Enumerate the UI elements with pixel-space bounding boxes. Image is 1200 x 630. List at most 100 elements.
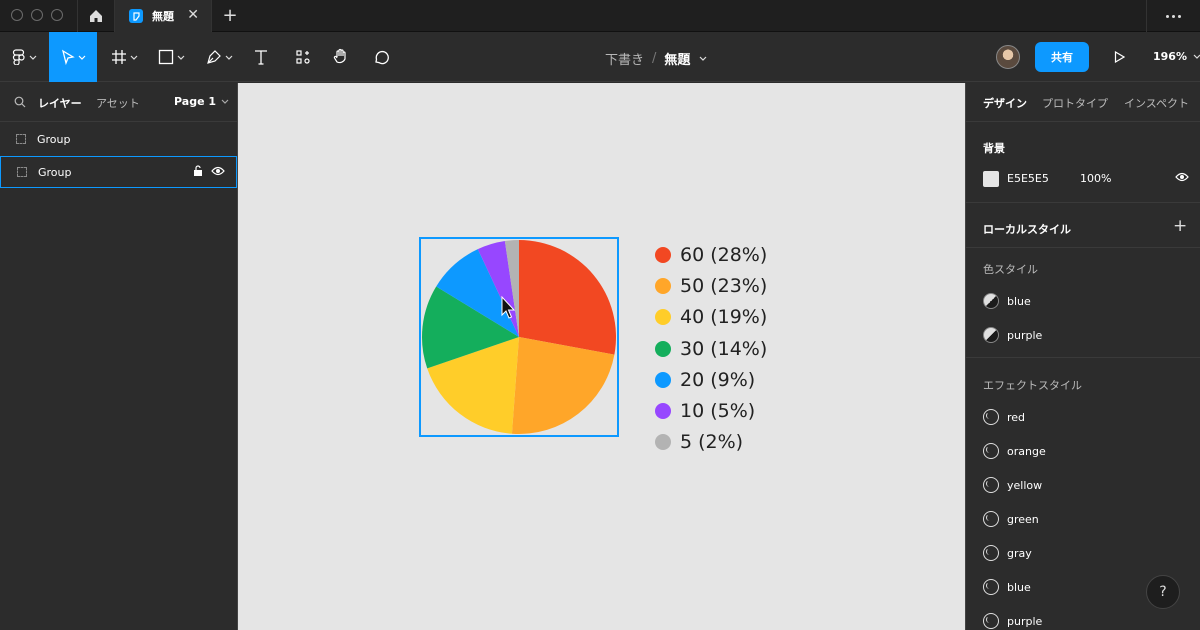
zoom-dropdown[interactable]: 196%: [1153, 50, 1200, 63]
right-panel-tabs: デザイン プロトタイプ インスペクト: [966, 83, 1200, 122]
eye-icon[interactable]: [1175, 172, 1189, 182]
hand-icon: [333, 48, 346, 64]
legend-label: 60 (28%): [680, 243, 768, 266]
shape-tool-button[interactable]: [150, 32, 192, 82]
legend-item: 20 (9%): [655, 364, 767, 395]
figma-logo-icon: [12, 49, 25, 65]
rectangle-icon: [158, 49, 173, 65]
effect-style-label: green: [1007, 512, 1039, 526]
close-tab-icon[interactable]: ✕: [187, 7, 199, 23]
effect-style-item[interactable]: purple: [983, 611, 1042, 630]
window-minimize-dot[interactable]: [31, 9, 43, 21]
legend-item: 10 (5%): [655, 395, 767, 426]
effect-styles-title: エフェクトスタイル: [983, 379, 1082, 392]
legend-item: 60 (28%): [655, 239, 767, 270]
chevron-down-icon: [130, 55, 137, 60]
chart-legend: 60 (28%) 50 (23%) 40 (19%) 30 (14%) 20 (9%) 1…: [655, 239, 767, 458]
chevron-down-icon: [1193, 54, 1200, 59]
background-opacity-input[interactable]: 100%: [1080, 172, 1111, 185]
hand-tool-button[interactable]: [326, 32, 356, 82]
color-style-icon: [983, 327, 999, 343]
breadcrumb: 下書き / 無題: [605, 49, 707, 68]
effect-style-label: orange: [1007, 444, 1046, 458]
move-tool-button[interactable]: [49, 32, 97, 82]
divider: [966, 357, 1200, 358]
background-hex-input[interactable]: E5E5E5: [1007, 172, 1049, 185]
layer-row-selected[interactable]: Group: [0, 156, 237, 188]
pen-tool-button[interactable]: [198, 32, 240, 82]
effect-style-icon: [983, 477, 999, 493]
breadcrumb-project[interactable]: 下書き: [605, 49, 644, 68]
pie-chart[interactable]: [419, 237, 619, 437]
canvas[interactable]: 60 (28%) 50 (23%) 40 (19%) 30 (14%) 20 (9%) 1…: [238, 83, 965, 630]
pie-slices: [422, 240, 617, 434]
legend-swatch: [655, 246, 671, 263]
home-tab[interactable]: [77, 0, 115, 32]
tab-prototype[interactable]: プロトタイプ: [1042, 95, 1108, 111]
chevron-down-icon[interactable]: [699, 56, 707, 61]
share-button[interactable]: 共有: [1035, 42, 1089, 72]
resources-tool-button[interactable]: [288, 32, 318, 82]
color-style-icon: [983, 293, 999, 309]
layers-panel: レイヤー アセット Page 1 Group Group: [0, 83, 238, 630]
resources-icon: [296, 50, 310, 64]
text-tool-button[interactable]: [246, 32, 276, 82]
group-icon: [16, 134, 26, 144]
effect-style-item[interactable]: red: [983, 407, 1025, 427]
avatar[interactable]: [996, 45, 1020, 69]
search-icon[interactable]: [14, 96, 26, 108]
effect-style-item[interactable]: gray: [983, 543, 1032, 563]
text-icon: [255, 50, 267, 65]
frame-tool-button[interactable]: [104, 32, 144, 82]
effect-style-item[interactable]: yellow: [983, 475, 1042, 495]
legend-label: 40 (19%): [680, 306, 768, 329]
color-style-item[interactable]: purple: [983, 325, 1042, 345]
effect-style-label: gray: [1007, 546, 1032, 560]
window-close-dot[interactable]: [11, 9, 23, 21]
tab-inspect[interactable]: インスペクト: [1124, 95, 1189, 111]
color-style-label: blue: [1007, 294, 1031, 308]
effect-style-label: blue: [1007, 580, 1031, 594]
pen-icon: [206, 50, 221, 64]
legend-swatch: [655, 434, 671, 451]
breadcrumb-separator: /: [652, 51, 657, 66]
legend-item: 40 (19%): [655, 302, 767, 333]
legend-label: 30 (14%): [680, 337, 768, 360]
effect-style-item[interactable]: green: [983, 509, 1039, 529]
page-label: Page 1: [174, 95, 217, 108]
more-options-icon[interactable]: [1146, 0, 1200, 32]
tab-assets[interactable]: アセット: [96, 95, 140, 111]
main-menu-button[interactable]: [0, 32, 48, 82]
add-style-button[interactable]: +: [1173, 216, 1187, 236]
pie-slice-0: [519, 240, 617, 355]
legend-label: 10 (5%): [680, 400, 756, 423]
layer-row[interactable]: Group: [0, 123, 237, 155]
effect-style-label: purple: [1007, 614, 1043, 628]
effect-style-label: yellow: [1007, 478, 1043, 492]
file-tab[interactable]: 無題 ✕: [115, 0, 212, 32]
window-zoom-dot[interactable]: [51, 9, 63, 21]
background-color-swatch[interactable]: [983, 171, 999, 187]
chevron-down-icon: [29, 55, 36, 60]
frame-icon: [111, 50, 126, 64]
effect-style-item[interactable]: blue: [983, 577, 1031, 597]
comment-tool-button[interactable]: [366, 32, 396, 82]
color-style-item[interactable]: blue: [983, 291, 1031, 311]
legend-swatch: [655, 277, 671, 294]
left-panel-tabs: レイヤー アセット Page 1: [0, 83, 237, 122]
tab-layers[interactable]: レイヤー: [38, 95, 82, 111]
play-icon[interactable]: [1114, 51, 1125, 63]
new-tab-button[interactable]: +: [220, 5, 240, 26]
group-icon: [17, 167, 27, 177]
breadcrumb-file-name[interactable]: 無題: [664, 49, 690, 68]
unlock-icon[interactable]: [193, 165, 203, 177]
chevron-down-icon: [225, 55, 232, 60]
help-button[interactable]: ?: [1146, 575, 1180, 609]
legend-swatch: [655, 340, 671, 357]
effect-style-icon: [983, 545, 999, 561]
page-selector[interactable]: Page 1: [174, 95, 229, 108]
eye-icon[interactable]: [211, 166, 225, 176]
pointer-icon: [61, 49, 75, 65]
effect-style-item[interactable]: orange: [983, 441, 1046, 461]
tab-design[interactable]: デザイン: [983, 95, 1027, 111]
